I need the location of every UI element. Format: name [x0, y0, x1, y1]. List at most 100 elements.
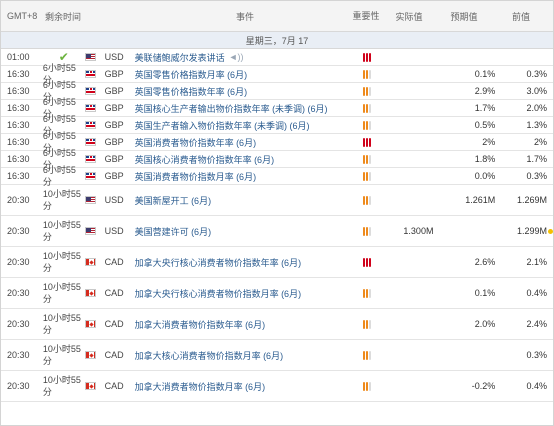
- event-link[interactable]: 加拿大央行核心消费者物价指数月率 (6月): [129, 278, 348, 308]
- marker-cell: [547, 151, 553, 167]
- importance-bars-icon: [362, 154, 371, 164]
- event-link[interactable]: 美联储鲍威尔发表讲话 ◄)): [129, 49, 348, 65]
- event-link[interactable]: 英国核心消费者物价指数年率 (6月): [129, 151, 348, 167]
- currency-code: USD: [104, 52, 124, 62]
- cad-flag-icon: [84, 258, 96, 266]
- forecast-value: 2.6%: [474, 257, 496, 267]
- cad-flag-icon: [84, 289, 96, 297]
- previous-value: 2.1%: [526, 257, 548, 267]
- event-time: 16:30: [7, 103, 30, 113]
- table-row[interactable]: 20:30 10小时55分 CAD 加拿大央行核心消费者物价指数月率 (6月) 0.1%…: [1, 278, 553, 309]
- actual-value: [386, 49, 434, 65]
- event-name[interactable]: 英国核心生产者输出物价指数年率 (未季调) (6月): [135, 102, 328, 115]
- marker-cell: [547, 185, 553, 215]
- event-time: 16:30: [7, 86, 30, 96]
- importance-indicator: [348, 278, 386, 308]
- currency-code: USD: [104, 195, 124, 205]
- header-remaining: 剩余时间: [44, 11, 81, 22]
- marker-cell: [547, 247, 553, 277]
- gbp-flag-icon: [84, 155, 96, 163]
- economic-calendar: GMT+8 剩余时间 事件 重要性 实际值 预期值 前值 星期三，7月 17 0…: [0, 0, 554, 426]
- actual-value: [386, 247, 434, 277]
- flag-cell: [84, 151, 103, 167]
- event-link[interactable]: 加拿大消费者物价指数月率 (6月): [129, 371, 348, 401]
- table-row[interactable]: 20:30 10小时55分 USD 美国新屋开工 (6月) 1.261M 1.269M: [1, 185, 553, 216]
- event-name[interactable]: 英国零售价格指数年率 (6月): [135, 85, 248, 98]
- actual-value: [386, 278, 434, 308]
- event-link[interactable]: 加拿大核心消费者物价指数月率 (6月): [129, 340, 348, 370]
- table-row[interactable]: 20:30 10小时55分 CAD 加拿大消费者物价指数年率 (6月) 2.0% 2.4%: [1, 309, 553, 340]
- event-link[interactable]: 英国消费者物价指数月率 (6月): [129, 168, 348, 184]
- remaining-time: 10小时55分: [42, 189, 81, 211]
- remaining-time: 10小时55分: [42, 282, 81, 304]
- event-name[interactable]: 加拿大消费者物价指数年率 (6月): [135, 318, 266, 331]
- gbp-flag-icon: [84, 87, 96, 95]
- event-link[interactable]: 英国生产者输入物价指数年率 (未季调) (6月): [129, 117, 348, 133]
- table-row[interactable]: 16:30 6小时55分 GBP 英国消费者物价指数月率 (6月) 0.0% 0.3%: [1, 165, 553, 187]
- flag-cell: [84, 49, 103, 65]
- marker-cell: [547, 309, 553, 339]
- table-header: GMT+8 剩余时间 事件 重要性 实际值 预期值 前值: [1, 1, 553, 32]
- flag-cell: [84, 168, 103, 184]
- importance-bars-icon: [362, 69, 371, 79]
- date-separator: 星期三，7月 17: [1, 32, 553, 49]
- event-name[interactable]: 加拿大消费者物价指数月率 (6月): [135, 380, 266, 393]
- event-link[interactable]: 美国新屋开工 (6月): [129, 185, 348, 215]
- flag-cell: [84, 134, 103, 150]
- event-name[interactable]: 美联储鲍威尔发表讲话: [135, 51, 225, 64]
- event-name[interactable]: 加拿大央行核心消费者物价指数月率 (6月): [135, 287, 302, 300]
- importance-bars-icon: [362, 257, 371, 267]
- previous-value: 0.3%: [526, 69, 548, 79]
- event-link[interactable]: 加拿大消费者物价指数年率 (6月): [129, 309, 348, 339]
- previous-value: [495, 49, 547, 65]
- event-link[interactable]: 加拿大央行核心消费者物价指数年率 (6月): [129, 247, 348, 277]
- event-link[interactable]: 美国营建许可 (6月): [129, 216, 348, 246]
- event-name[interactable]: 英国核心消费者物价指数年率 (6月): [135, 153, 275, 166]
- forecast-value: 0.5%: [474, 120, 496, 130]
- event-name[interactable]: 英国消费者物价指数月率 (6月): [135, 170, 257, 183]
- table-row[interactable]: 20:30 10小时55分 USD 美国营建许可 (6月) 1.300M 1.299M: [1, 216, 553, 247]
- actual-value: [386, 117, 434, 133]
- remaining-time: 10小时55分: [42, 344, 81, 366]
- importance-indicator: [348, 309, 386, 339]
- previous-value: 2.4%: [526, 319, 548, 329]
- currency-code: GBP: [104, 171, 124, 181]
- previous-value: 1.7%: [526, 154, 548, 164]
- event-time: 20:30: [7, 350, 30, 360]
- previous-value: 1.269M: [517, 195, 548, 205]
- event-name[interactable]: 英国消费者物价指数年率 (6月): [135, 136, 257, 149]
- previous-value: 0.4%: [526, 288, 548, 298]
- event-link[interactable]: 英国零售价格指数年率 (6月): [129, 83, 348, 99]
- forecast-value: [433, 49, 495, 65]
- importance-indicator: [348, 49, 386, 65]
- table-row[interactable]: 20:30 10小时55分 CAD 加拿大核心消费者物价指数月率 (6月) 0.3%: [1, 340, 553, 371]
- header-forecast: 预期值: [450, 11, 478, 22]
- marker-cell: [547, 216, 553, 246]
- actual-value: [386, 100, 434, 116]
- importance-bars-icon: [362, 319, 371, 329]
- currency-code: GBP: [104, 154, 124, 164]
- forecast-value: 2.9%: [474, 86, 496, 96]
- marker-cell: [547, 117, 553, 133]
- event-name[interactable]: 美国新屋开工 (6月): [135, 194, 212, 207]
- header-timezone[interactable]: GMT+8: [1, 1, 41, 31]
- event-name[interactable]: 英国生产者输入物价指数年率 (未季调) (6月): [135, 119, 310, 132]
- forecast-value: 0.1%: [474, 69, 496, 79]
- event-name[interactable]: 美国营建许可 (6月): [135, 225, 212, 238]
- table-row[interactable]: 20:30 10小时55分 CAD 加拿大消费者物价指数月率 (6月) -0.2% 0.4…: [1, 371, 553, 402]
- actual-value: 1.300M: [403, 226, 434, 236]
- importance-indicator: [348, 117, 386, 133]
- event-name[interactable]: 加拿大央行核心消费者物价指数年率 (6月): [135, 256, 302, 269]
- event-link[interactable]: 英国消费者物价指数年率 (6月): [129, 134, 348, 150]
- event-link[interactable]: 英国零售价格指数月率 (6月): [129, 66, 348, 82]
- actual-value: [386, 134, 434, 150]
- actual-value: [386, 83, 434, 99]
- table-row[interactable]: 20:30 10小时55分 CAD 加拿大央行核心消费者物价指数年率 (6月) 2.6%…: [1, 247, 553, 278]
- importance-indicator: [348, 151, 386, 167]
- event-name[interactable]: 英国零售价格指数月率 (6月): [135, 68, 248, 81]
- currency-code: CAD: [104, 319, 124, 329]
- event-link[interactable]: 英国核心生产者输出物价指数年率 (未季调) (6月): [129, 100, 348, 116]
- remaining-time: 10小时55分: [42, 313, 81, 335]
- event-name[interactable]: 加拿大核心消费者物价指数月率 (6月): [135, 349, 284, 362]
- marker-cell: [547, 168, 553, 184]
